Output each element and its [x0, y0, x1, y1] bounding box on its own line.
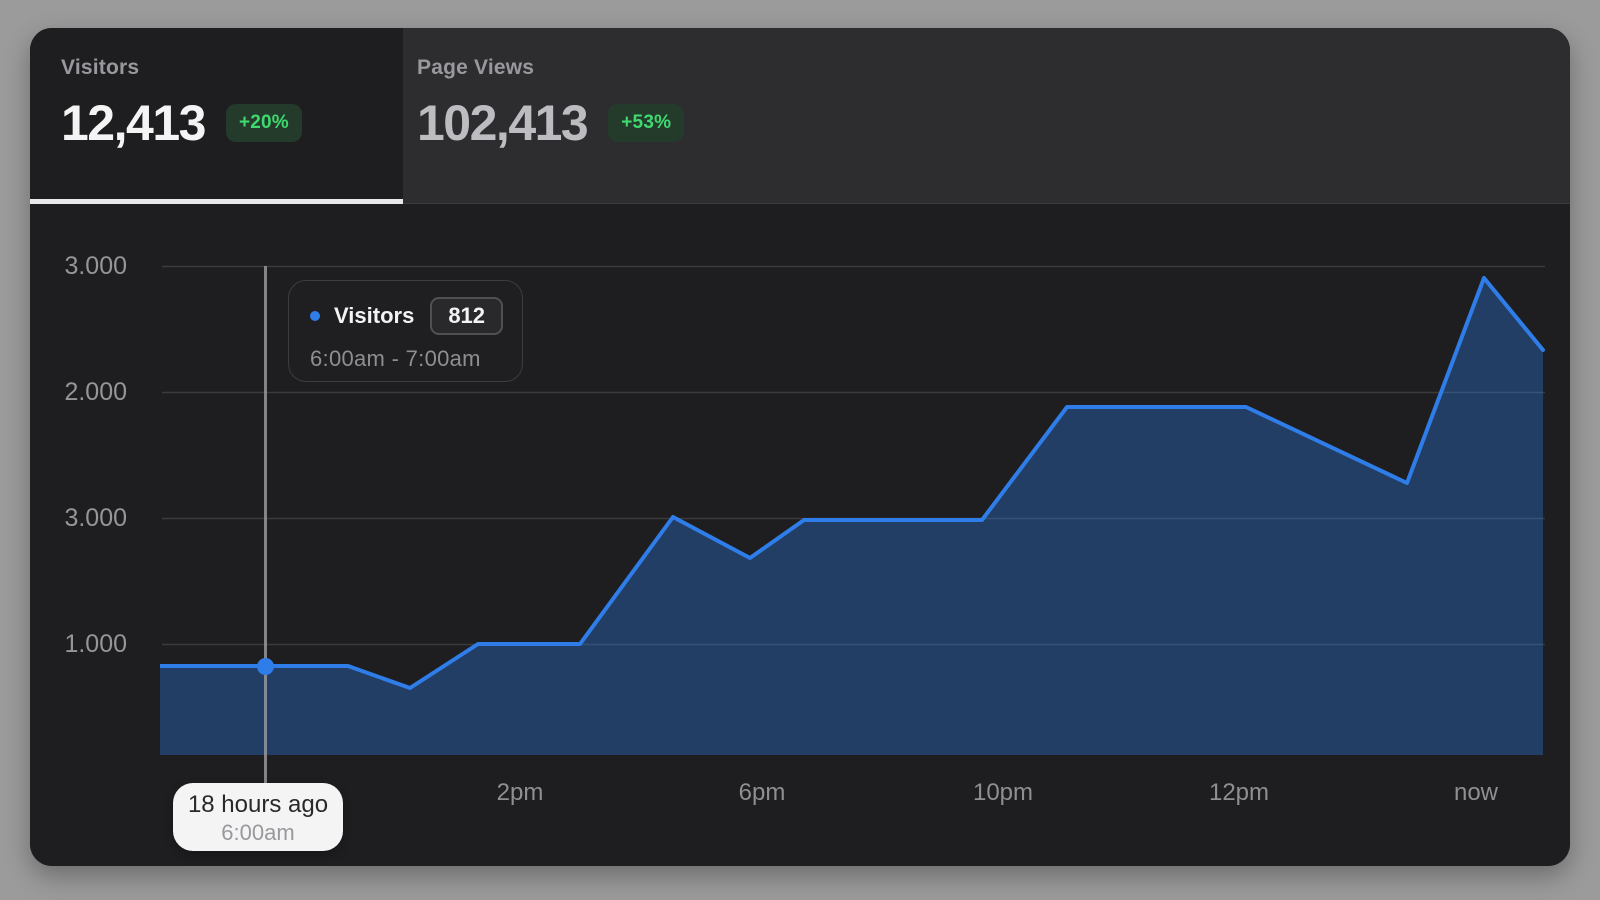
crosshair-line — [264, 266, 267, 783]
metric-tabs: Visitors 12,413 +20% Page Views 102,413 … — [30, 28, 1570, 204]
tab-page-views-label: Page Views — [417, 56, 1570, 80]
page-views-count: 102,413 — [417, 94, 587, 152]
page-views-delta-badge: +53% — [608, 104, 684, 142]
x-tick-label: 10pm — [973, 779, 1033, 807]
tab-page-views-value-row: 102,413 +53% — [417, 94, 1570, 152]
tab-visitors[interactable]: Visitors 12,413 +20% — [30, 28, 403, 204]
tooltip-value-chip: 812 — [430, 297, 503, 335]
tooltip-series-label: Visitors — [334, 303, 414, 329]
tab-page-views[interactable]: Page Views 102,413 +53% — [403, 28, 1570, 204]
series-dot-icon — [310, 311, 320, 321]
y-tick-label: 3.000 — [55, 251, 127, 281]
x-tick-label: 12pm — [1209, 779, 1269, 807]
chart-tooltip: Visitors 812 6:00am - 7:00am — [288, 280, 523, 382]
x-tick-label: now — [1454, 779, 1498, 807]
y-tick-label: 2.000 — [55, 377, 127, 407]
x-tick-label: 2pm — [497, 779, 544, 807]
tooltip-series-row: Visitors 812 — [310, 297, 522, 335]
y-tick-label: 3.000 — [55, 503, 127, 533]
time-marker-time: 6:00am — [173, 820, 343, 846]
analytics-card: Visitors 12,413 +20% Page Views 102,413 … — [30, 28, 1570, 866]
tab-visitors-label: Visitors — [61, 56, 403, 80]
visitors-count: 12,413 — [61, 94, 205, 152]
y-tick-label: 1.000 — [55, 629, 127, 659]
x-tick-label: 6pm — [739, 779, 786, 807]
tooltip-time-range: 6:00am - 7:00am — [310, 346, 522, 372]
time-marker-relative: 18 hours ago — [173, 791, 343, 819]
time-marker-pill: 18 hours ago 6:00am — [173, 783, 343, 851]
tab-visitors-value-row: 12,413 +20% — [61, 94, 403, 152]
hover-point-dot — [257, 658, 274, 675]
visitors-delta-badge: +20% — [226, 104, 302, 142]
chart-area: 3.000 2.000 3.000 1.000 Visitors 812 6:00am… — [30, 204, 1570, 866]
